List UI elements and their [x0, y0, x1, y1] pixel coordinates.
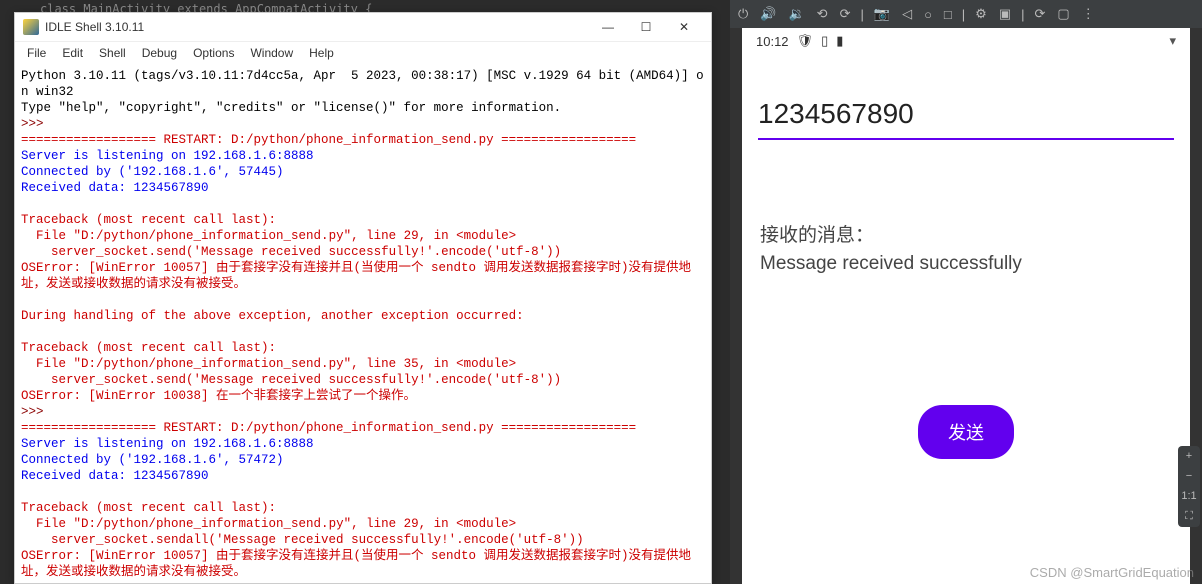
received-message: 接收的消息： Message received successfully	[760, 220, 1172, 275]
prompt: >>>	[21, 405, 44, 419]
stop-icon[interactable]: ▢	[1055, 4, 1071, 24]
home-icon[interactable]: ○	[922, 5, 934, 24]
traceback-line: File "D:/python/phone_information_send.p…	[21, 517, 516, 531]
zoom-out-button[interactable]: −	[1178, 466, 1200, 486]
layout-icon[interactable]: ▣	[997, 4, 1013, 24]
watermark: CSDN @SmartGridEquation	[1030, 565, 1194, 580]
send-button[interactable]: 发送	[918, 405, 1014, 459]
emulator-panel: ⏻ 🔊 🔉 ⟲ ⟳ | 📷 ◁ ○ □ | ⚙ ▣ | ⟳ ▢ ⋮ 10:12 …	[730, 0, 1202, 584]
python-icon	[23, 19, 39, 35]
zoom-in-button[interactable]: +	[1178, 446, 1200, 466]
traceback-line: Traceback (most recent call last):	[21, 213, 276, 227]
traceback-line: Traceback (most recent call last):	[21, 501, 276, 515]
server-line: Connected by ('192.168.1.6', 57472)	[21, 453, 284, 467]
traceback-line: OSError: [WinError 10057] 由于套接字没有连接并且(当使…	[21, 549, 691, 579]
overview-icon[interactable]: □	[942, 5, 954, 24]
status-time: 10:12	[756, 34, 789, 49]
traceback-line: OSError: [WinError 10038] 在一个非套接字上尝试了一个操…	[21, 389, 416, 403]
zoom-controls: + − 1:1 ⛶	[1178, 446, 1200, 527]
restart-line: ================== RESTART: D:/python/ph…	[21, 133, 636, 147]
screenshot-icon[interactable]: 📷	[872, 4, 892, 24]
traceback-line: server_socket.send('Message received suc…	[21, 373, 561, 387]
prompt: >>>	[21, 117, 44, 131]
msg-header: 接收的消息：	[760, 220, 1172, 247]
apps-icon: ▮	[836, 33, 843, 49]
maximize-button[interactable]: ☐	[627, 15, 665, 39]
traceback-line: File "D:/python/phone_information_send.p…	[21, 357, 516, 371]
menubar: File Edit Shell Debug Options Window Hel…	[15, 42, 711, 64]
menu-debug[interactable]: Debug	[134, 44, 185, 62]
close-button[interactable]: ✕	[665, 15, 703, 39]
power-icon[interactable]: ⏻	[736, 4, 750, 24]
server-line: Received data: 1234567890	[21, 181, 209, 195]
wifi-icon: ▾	[1169, 33, 1176, 49]
traceback-line: File "D:/python/phone_information_send.p…	[21, 229, 516, 243]
emulator-toolbar: ⏻ 🔊 🔉 ⟲ ⟳ | 📷 ◁ ○ □ | ⚙ ▣ | ⟳ ▢ ⋮	[730, 0, 1202, 28]
volume-up-icon[interactable]: 🔊	[758, 4, 778, 24]
traceback-line: server_socket.send('Message received suc…	[21, 245, 561, 259]
menu-help[interactable]: Help	[301, 44, 342, 62]
banner-line: Type "help", "copyright", "credits" or "…	[21, 101, 561, 115]
traceback-line: OSError: [WinError 10057] 由于套接字没有连接并且(当使…	[21, 261, 691, 291]
server-line: Server is listening on 192.168.1.6:8888	[21, 437, 314, 451]
phone-screen: 10:12 🛡 ▯ ▮ ▾ 接收的消息： Message received su…	[742, 28, 1190, 584]
shield-icon: 🛡	[797, 33, 814, 49]
server-line: Server is listening on 192.168.1.6:8888	[21, 149, 314, 163]
window-title: IDLE Shell 3.10.11	[45, 20, 589, 34]
zoom-fit-button[interactable]: ⛶	[1178, 506, 1200, 527]
traceback-line: During handling of the above exception, …	[21, 309, 524, 323]
menu-window[interactable]: Window	[242, 44, 301, 62]
menu-shell[interactable]: Shell	[91, 44, 134, 62]
msg-body: Message received successfully	[760, 253, 1172, 275]
volume-down-icon[interactable]: 🔉	[786, 4, 806, 24]
back-icon[interactable]: ◁	[900, 4, 914, 24]
reload-icon[interactable]: ⟳	[1033, 4, 1048, 24]
idle-shell-window: IDLE Shell 3.10.11 — ☐ ✕ File Edit Shell…	[14, 12, 712, 584]
shell-output[interactable]: Python 3.10.11 (tags/v3.10.11:7d4cc5a, A…	[15, 64, 711, 582]
rotate-left-icon[interactable]: ⟲	[815, 4, 830, 24]
message-input[interactable]	[758, 90, 1174, 140]
menu-edit[interactable]: Edit	[54, 44, 91, 62]
editor-gutter	[0, 140, 14, 540]
menu-options[interactable]: Options	[185, 44, 242, 62]
card-icon: ▯	[821, 33, 828, 49]
titlebar: IDLE Shell 3.10.11 — ☐ ✕	[15, 13, 711, 42]
minimize-button[interactable]: —	[589, 15, 627, 39]
banner-line: Python 3.10.11 (tags/v3.10.11:7d4cc5a, A…	[21, 69, 704, 99]
traceback-line: Traceback (most recent call last):	[21, 341, 276, 355]
traceback-line: server_socket.sendall('Message received …	[21, 533, 584, 547]
restart-line: ================== RESTART: D:/python/ph…	[21, 421, 636, 435]
settings-icon[interactable]: ⚙	[973, 4, 989, 24]
server-line: Received data: 1234567890	[21, 469, 209, 483]
zoom-reset-button[interactable]: 1:1	[1178, 486, 1200, 506]
menu-file[interactable]: File	[19, 44, 54, 62]
more-icon[interactable]: ⋮	[1080, 4, 1097, 24]
statusbar: 10:12 🛡 ▯ ▮ ▾	[742, 28, 1190, 54]
prompt: >>>	[21, 581, 44, 582]
rotate-right-icon[interactable]: ⟳	[838, 4, 853, 24]
server-line: Connected by ('192.168.1.6', 57445)	[21, 165, 284, 179]
